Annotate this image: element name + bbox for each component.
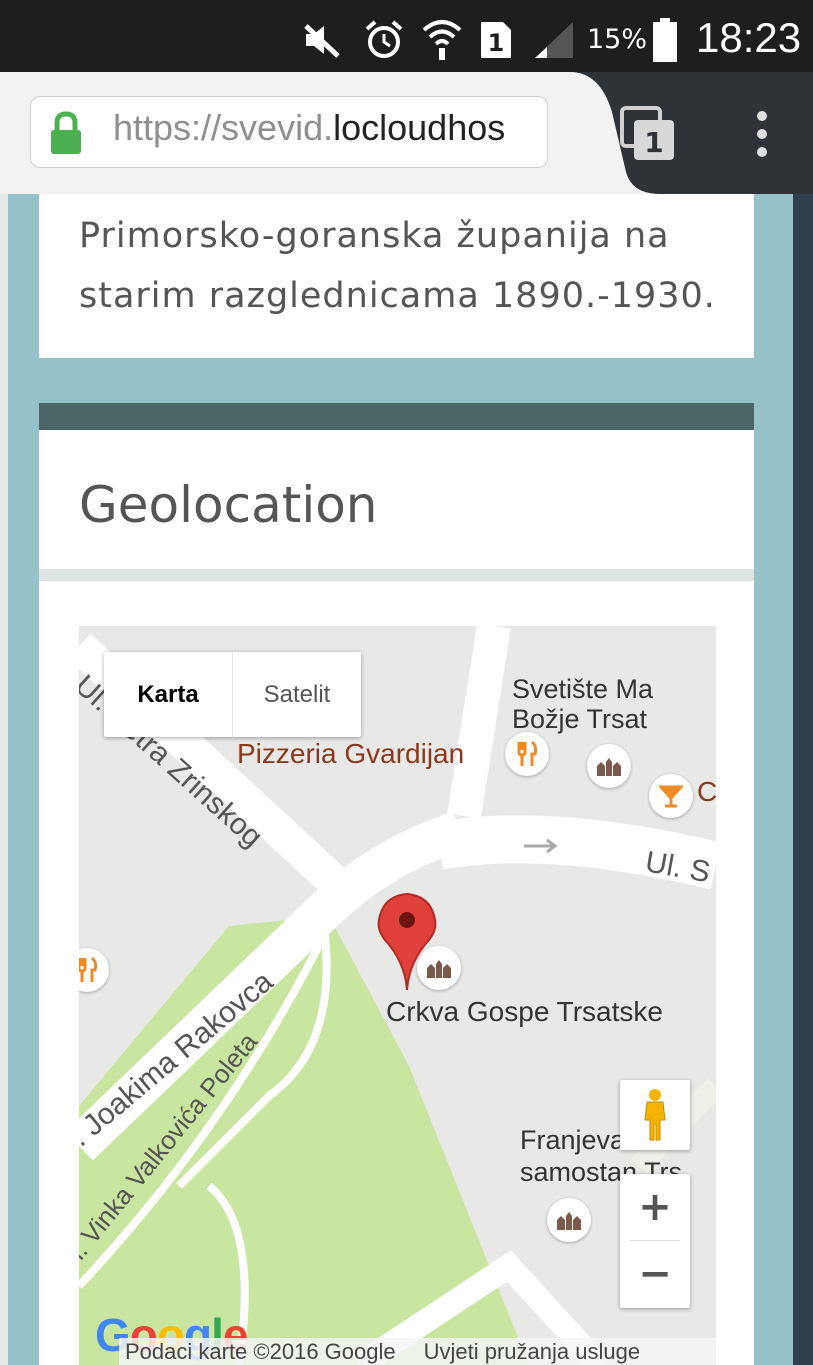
lock-icon (49, 111, 83, 159)
divider (39, 569, 754, 581)
road-vertical (447, 626, 511, 819)
poi-label-svetiste[interactable]: Svetište Ma Božje Trsat (512, 674, 653, 734)
place-of-worship-icon[interactable] (587, 744, 631, 788)
poi-label-svetiste-line2: Božje Trsat (512, 704, 648, 734)
bar-icon[interactable] (649, 774, 693, 818)
map-type-karta-button[interactable]: Karta (104, 652, 233, 737)
mute-icon (300, 18, 344, 62)
pegman-icon (644, 1089, 666, 1141)
google-map[interactable]: Ul. Petra Zrinskog Ul. Joakima Rakovca U… (79, 626, 716, 1365)
poi-label-pizzeria[interactable]: Pizzeria Gvardijan (237, 738, 464, 770)
page-edge (0, 194, 8, 1365)
page-right-edge (793, 194, 813, 1365)
zoom-out-button[interactable]: − (620, 1241, 690, 1307)
poi-label-svetiste-line1: Svetište Ma (512, 674, 654, 704)
wifi-icon (420, 18, 464, 62)
poi-label-cafe[interactable]: C (697, 776, 716, 808)
map-data-attribution: Podaci karte ©2016 Google (125, 1338, 396, 1364)
alarm-icon (362, 18, 406, 62)
battery-icon (650, 18, 680, 62)
browser-toolbar: https://svevid.locloudhos 1 (0, 72, 813, 194)
terms-of-service-link[interactable]: Uvjeti pružanja usluge (424, 1339, 640, 1365)
signal-icon (532, 18, 576, 62)
map-type-satelit-button[interactable]: Satelit (233, 652, 361, 737)
url-text[interactable]: https://svevid.locloudhos (113, 107, 505, 149)
overflow-menu-icon[interactable] (754, 110, 770, 162)
sim-icon: 1 (476, 18, 516, 62)
tabs-icon[interactable]: 1 (620, 106, 678, 166)
clock: 18:23 (696, 14, 802, 61)
collection-description: Primorsko-goranska županija na starim ra… (79, 216, 716, 316)
map-attribution-bar: Podaci karte ©2016 Google Uvjeti pružanj… (119, 1338, 716, 1365)
url-bar[interactable]: https://svevid.locloudhos (30, 96, 548, 168)
svg-text:1: 1 (488, 29, 505, 57)
restaurant-icon[interactable] (505, 732, 549, 776)
poi-label-crkva[interactable]: Crkva Gospe Trsatske (386, 996, 663, 1028)
url-prefix: https://svevid. (113, 107, 334, 148)
geolocation-title: Geolocation (79, 476, 378, 534)
street-view-pegman-button[interactable] (620, 1080, 690, 1150)
battery-percent: 15% (587, 24, 648, 55)
url-host: locloudhos (333, 107, 506, 148)
map-type-control: Karta Satelit (104, 652, 361, 737)
status-bar: 1 15% 18:23 (0, 0, 813, 80)
description-card: Primorsko-goranska županija na starim ra… (39, 194, 754, 358)
location-marker-icon[interactable] (377, 892, 437, 996)
monastery-icon[interactable] (547, 1198, 591, 1242)
card-header-bar (39, 403, 754, 430)
tab-count: 1 (644, 126, 663, 159)
zoom-control: + − (620, 1174, 690, 1308)
zoom-in-button[interactable]: + (620, 1174, 690, 1240)
